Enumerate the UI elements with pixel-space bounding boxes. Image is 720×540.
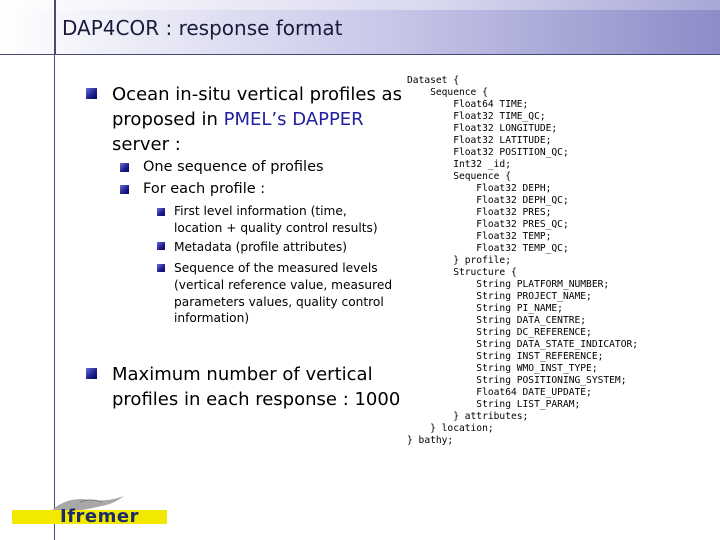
sub-sub-bullet-metadata: Metadata (profile attributes) bbox=[174, 240, 347, 254]
dataset-structure-code: Dataset { Sequence { Float64 TIME; Float… bbox=[407, 75, 639, 446]
sub-sub-bullet-first-level: First level information (time, location … bbox=[174, 204, 378, 235]
slide-title: DAP4COR : response format bbox=[62, 16, 343, 40]
bullet-square-icon bbox=[120, 185, 129, 194]
sub-bullet-each-profile: For each profile : bbox=[143, 181, 266, 197]
bullet-square-icon bbox=[157, 208, 165, 216]
bullet-square-icon bbox=[157, 264, 165, 272]
ifremer-logo: Ifremer bbox=[12, 494, 168, 534]
bullet-square-icon bbox=[157, 242, 165, 250]
sub-sub-bullet-sequence-levels: Sequence of the measured levels (vertica… bbox=[174, 261, 393, 326]
logo-text: Ifremer bbox=[60, 506, 139, 527]
bullet-text-profiles: Ocean in-situ vertical profiles as propo… bbox=[112, 84, 402, 155]
bullet-square-icon bbox=[120, 163, 129, 172]
sub-bullet-sequence: One sequence of profiles bbox=[143, 159, 324, 175]
header-divider bbox=[0, 54, 720, 55]
bullet-square-icon bbox=[86, 368, 97, 379]
dapper-highlight: PMEL’s DAPPER bbox=[223, 109, 364, 130]
bullet-text-max-profiles: Maximum number of vertical profiles in e… bbox=[112, 364, 401, 410]
left-vertical-rule-upper bbox=[54, 0, 56, 54]
bullet-square-icon bbox=[86, 88, 97, 99]
left-vertical-rule bbox=[54, 0, 55, 540]
